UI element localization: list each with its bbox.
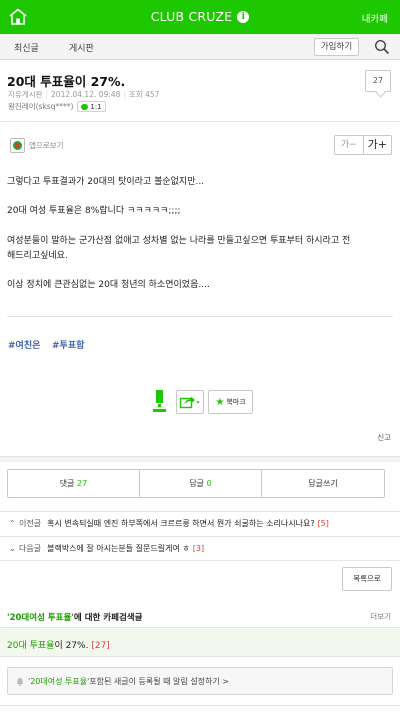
tab-recent[interactable]: 최신글 xyxy=(14,41,39,54)
app-view-link[interactable]: 앱으로보기 xyxy=(10,138,64,153)
font-size-control: 가− 가+ xyxy=(334,135,392,155)
star-icon: ★ xyxy=(215,396,225,408)
next-post-row[interactable]: ⌄ 다음글 블랙박스에 잘 아시는분들 질문드릴게여 ㅎ [3] xyxy=(0,536,400,560)
post-date: 2012.04.12. 09:48 xyxy=(51,90,121,99)
app-icon xyxy=(10,138,25,153)
related-keyword: '20대여성 투표율' xyxy=(7,613,74,623)
back-to-list-button[interactable]: 목록으로 xyxy=(342,567,392,591)
chat-label: 1:1 xyxy=(90,102,102,111)
info-icon[interactable]: i xyxy=(237,10,250,23)
result-keyword: 20대 투표율 xyxy=(7,641,55,651)
body-paragraph-2: 20대 여성 투표율은 8%랍니다 ㅋㅋㅋㅋㅋ;;;; xyxy=(7,206,181,216)
app-view-label: 앱으로보기 xyxy=(29,141,64,150)
comment-count: 27 xyxy=(77,479,88,488)
tag-link[interactable]: #투표함 xyxy=(52,338,84,351)
comment-button[interactable]: 댓글 27 xyxy=(8,470,139,497)
post-title: 20대 투표율이 27%. xyxy=(7,74,126,89)
chat-icon xyxy=(81,103,89,110)
post-meta: 자유게시판 | 2012.04.12. 09:48 | 조회 457 xyxy=(8,90,160,99)
result-count: [27] xyxy=(91,641,110,651)
bookmark-label: 북마크 xyxy=(226,398,246,406)
body-paragraph-4: 이상 정치에 큰관심없는 20대 청년의 하소연이었음.... xyxy=(7,280,210,290)
keyword-alert-button[interactable]: '20대여성 투표율' 포함된 새글이 등록될 때 알림 설정하기 > xyxy=(7,667,393,695)
bell-icon xyxy=(17,677,23,686)
reply-label: 답글 xyxy=(189,479,205,488)
bookmark-button[interactable]: ★ 북마크 xyxy=(208,390,253,414)
report-link[interactable]: 신고 xyxy=(377,432,391,443)
my-cafe-link[interactable]: 내카페 xyxy=(362,11,388,25)
author-line: 왕진레이(sksq****) 1:1 xyxy=(8,101,106,112)
share-icon xyxy=(179,396,200,409)
share-button[interactable] xyxy=(176,390,204,414)
result-title-rest: 이 27%. xyxy=(54,641,89,651)
author-name[interactable]: 왕진레이(sksq****) xyxy=(8,101,73,112)
search-icon[interactable] xyxy=(374,39,390,55)
prev-post-title: 혹시 변속되실때 엔진 하부쪽에서 크르르릉 하면서 뭔가 쇠굴하는 소리나시나… xyxy=(47,519,315,528)
body-paragraph-3: 여성분들이 말하는 군가산점 없애고 성차별 없는 나라를 만들고싶으면 투표부… xyxy=(7,236,351,246)
more-link[interactable]: 더보기 xyxy=(370,611,391,622)
alert-keyword: '20대여성 투표율' xyxy=(28,676,90,686)
bottom-edge xyxy=(0,705,400,711)
related-result-item[interactable]: 20대 투표율이 27%. [27] xyxy=(0,627,400,657)
body-paragraph-3-cont: 해드리고싶네요. xyxy=(7,251,68,261)
reply-button[interactable]: 답글 0 xyxy=(139,470,261,497)
next-post-title: 블랙박스에 잘 아시는분들 질문드릴게여 ㅎ xyxy=(47,544,190,553)
like-icon[interactable] xyxy=(153,389,166,413)
font-increase-button[interactable]: 가+ xyxy=(364,136,392,154)
top-bar: CLUB CRUZE i 내카페 xyxy=(0,0,400,34)
cafe-title[interactable]: CLUB CRUZE i xyxy=(0,9,400,24)
tag-link[interactable]: #여친은 xyxy=(8,338,40,351)
write-reply-button[interactable]: 답글쓰기 xyxy=(261,470,384,497)
comment-label: 댓글 xyxy=(59,479,75,488)
prev-post-label: 이전글 xyxy=(19,519,42,528)
body-paragraph-1: 그렇다고 투표결과가 20대의 탓이라고 볼순없지만... xyxy=(7,177,205,187)
post-header: 20대 투표율이 27%. 자유게시판 | 2012.04.12. 09:48 | 조회… xyxy=(0,60,400,122)
tab-board[interactable]: 게시판 xyxy=(69,41,94,54)
chevron-down-icon: ⌄ xyxy=(9,544,16,553)
section-separator xyxy=(0,456,400,462)
join-button[interactable]: 가입하기 xyxy=(314,38,359,56)
comment-count-bubble[interactable]: 27 xyxy=(365,70,391,92)
chat-button[interactable]: 1:1 xyxy=(77,101,106,112)
nav-divider xyxy=(0,560,400,561)
chevron-up-icon: ⌃ xyxy=(9,519,16,528)
alert-text: 포함된 새글이 등록될 때 알림 설정하기 > xyxy=(89,676,230,686)
sub-nav: 최신글 게시판 가입하기 xyxy=(0,34,400,60)
board-name[interactable]: 자유게시판 xyxy=(8,90,43,99)
comment-actions: 댓글 27 답글 0 답글쓰기 xyxy=(7,469,385,498)
next-post-label: 다음글 xyxy=(19,544,42,553)
view-count: 조회 457 xyxy=(128,90,160,99)
prev-post-row[interactable]: ⌃ 이전글 혹시 변속되실때 엔진 하부쪽에서 크르르릉 하면서 뭔가 쇠굴하는… xyxy=(0,511,400,535)
content-divider xyxy=(7,316,393,317)
related-search-heading: '20대여성 투표율'에 대한 카페검색글 xyxy=(7,611,142,623)
reply-count: 0 xyxy=(206,479,212,488)
cafe-title-text: CLUB CRUZE xyxy=(150,9,233,24)
prev-post-count: [5] xyxy=(317,519,329,528)
font-decrease-button[interactable]: 가− xyxy=(335,136,364,154)
next-post-count: [3] xyxy=(192,544,205,553)
related-heading-suffix: 에 대한 카페검색글 xyxy=(73,613,143,623)
